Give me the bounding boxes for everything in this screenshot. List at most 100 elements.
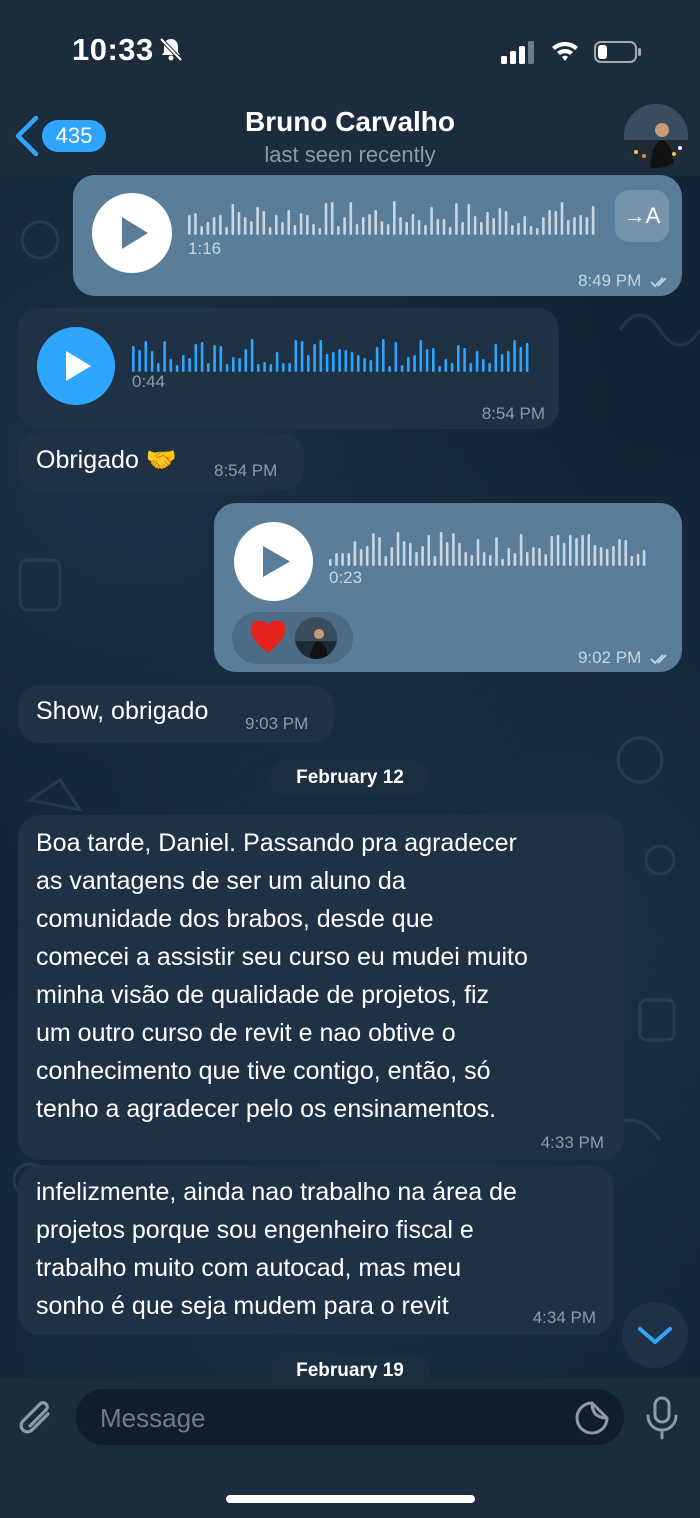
waveform-bar	[268, 227, 272, 235]
waveform-bar	[299, 213, 303, 235]
waveform-bar	[612, 546, 615, 566]
play-button[interactable]	[234, 522, 313, 601]
waveform-bar	[363, 358, 366, 372]
waveform-bar	[349, 202, 353, 235]
play-icon	[263, 546, 290, 577]
scroll-to-bottom-button[interactable]	[622, 1302, 688, 1368]
microphone-icon[interactable]	[645, 1396, 679, 1440]
play-button[interactable]	[37, 327, 115, 405]
waveform-bar	[306, 215, 309, 235]
waveform-bar	[262, 211, 266, 235]
text-message-incoming[interactable]: infelizmente, ainda nao trabalho na área…	[18, 1165, 614, 1335]
waveform-bar	[318, 228, 322, 235]
waveform-bar	[511, 225, 514, 235]
waveform-bar	[550, 536, 554, 566]
waveform-bar	[605, 549, 609, 566]
waveform-bar	[375, 347, 379, 372]
heart-icon	[250, 621, 286, 653]
waveform-bar	[293, 225, 297, 235]
waveform-bar	[463, 348, 466, 372]
waveform-bar	[150, 351, 154, 372]
waveform-bar	[457, 345, 460, 372]
waveform-bar	[636, 554, 640, 566]
voice-duration: 0:23	[329, 568, 363, 587]
waveform-bar	[338, 349, 341, 372]
play-icon	[122, 217, 148, 249]
text-message-incoming[interactable]: Obrigado 🤝 8:54 PM	[18, 433, 304, 491]
message-time: 4:34 PM	[532, 1308, 596, 1327]
waveform-bar	[413, 355, 416, 372]
voice-waveform	[329, 532, 646, 566]
waveform-bar	[482, 359, 485, 372]
waveform-bar	[501, 559, 504, 566]
waveform-bar	[591, 206, 595, 235]
waveform-bar	[330, 202, 334, 235]
play-button[interactable]	[92, 193, 172, 273]
voice-message-outgoing[interactable]: 1:16 →A 8:49 PM	[73, 175, 682, 296]
waveform-bar	[269, 364, 273, 372]
waveform-bar	[556, 535, 560, 566]
waveform-bar	[300, 341, 304, 372]
waveform-bar	[132, 346, 135, 372]
message-field[interactable]	[76, 1389, 624, 1447]
waveform-bar	[529, 226, 533, 235]
waveform-bar	[469, 363, 473, 372]
waveform-bar	[432, 348, 435, 372]
waveform-bar	[238, 358, 241, 372]
waveform-bar	[357, 355, 360, 372]
message-input[interactable]	[98, 1389, 552, 1447]
waveform-bar	[319, 340, 323, 372]
message-time: 8:54 PM	[481, 404, 545, 423]
contact-name[interactable]: Bruno Carvalho	[0, 106, 700, 138]
waveform-bar	[369, 360, 373, 372]
message-time: 9:03 PM	[245, 714, 309, 733]
chevron-down-icon	[638, 1327, 672, 1344]
waveform-bar	[188, 215, 191, 235]
text-message-incoming[interactable]: Boa tarde, Daniel. Passando pra agradece…	[18, 815, 624, 1160]
waveform-bar	[618, 539, 621, 566]
contact-status: last seen recently	[264, 142, 436, 167]
waveform-bar	[396, 532, 400, 566]
waveform-bar	[237, 212, 241, 235]
attach-icon[interactable]	[18, 1398, 58, 1442]
waveform-bar	[419, 340, 423, 372]
contact-avatar[interactable]	[624, 104, 688, 168]
sticker-icon[interactable]	[574, 1400, 610, 1436]
waveform-bar	[263, 362, 266, 372]
waveform-bar	[213, 345, 216, 372]
waveform-bar	[200, 226, 203, 235]
voice-message-incoming[interactable]: 0:44 8:54 PM	[18, 308, 559, 429]
waveform-bar	[417, 220, 421, 235]
waveform-bar	[188, 358, 191, 372]
waveform-bar	[444, 359, 448, 372]
message-reaction[interactable]	[232, 612, 353, 664]
waveform-bar	[355, 224, 359, 235]
message-time: 4:33 PM	[540, 1133, 604, 1152]
message-text: Show, obrigado	[36, 697, 209, 725]
waveform-bar	[325, 354, 329, 372]
voice-waveform	[132, 339, 529, 372]
translate-button[interactable]: →A	[615, 190, 669, 242]
date-separator: February 12	[270, 761, 430, 795]
waveform-bar	[163, 341, 166, 372]
text-message-incoming[interactable]: Show, obrigado 9:03 PM	[18, 685, 334, 743]
waveform-bar	[442, 219, 446, 235]
waveform-bar	[353, 541, 357, 566]
waveform-bar	[169, 359, 173, 372]
waveform-bar	[488, 363, 491, 372]
waveform-bar	[313, 344, 316, 372]
waveform-bar	[380, 221, 384, 235]
waveform-bar	[562, 543, 566, 566]
wifi-icon	[552, 41, 578, 61]
waveform-bar	[513, 553, 517, 566]
waveform-bar	[525, 343, 529, 372]
waveform-bar	[332, 352, 335, 372]
waveform-bar	[504, 211, 508, 235]
waveform-bar	[207, 363, 210, 372]
message-text: Boa tarde, Daniel. Passando pra agradece…	[36, 829, 528, 1123]
waveform-bar	[624, 540, 627, 566]
waveform-bar	[212, 217, 216, 235]
waveform-bar	[324, 203, 328, 235]
waveform-bar	[560, 202, 564, 235]
home-indicator	[226, 1495, 475, 1503]
